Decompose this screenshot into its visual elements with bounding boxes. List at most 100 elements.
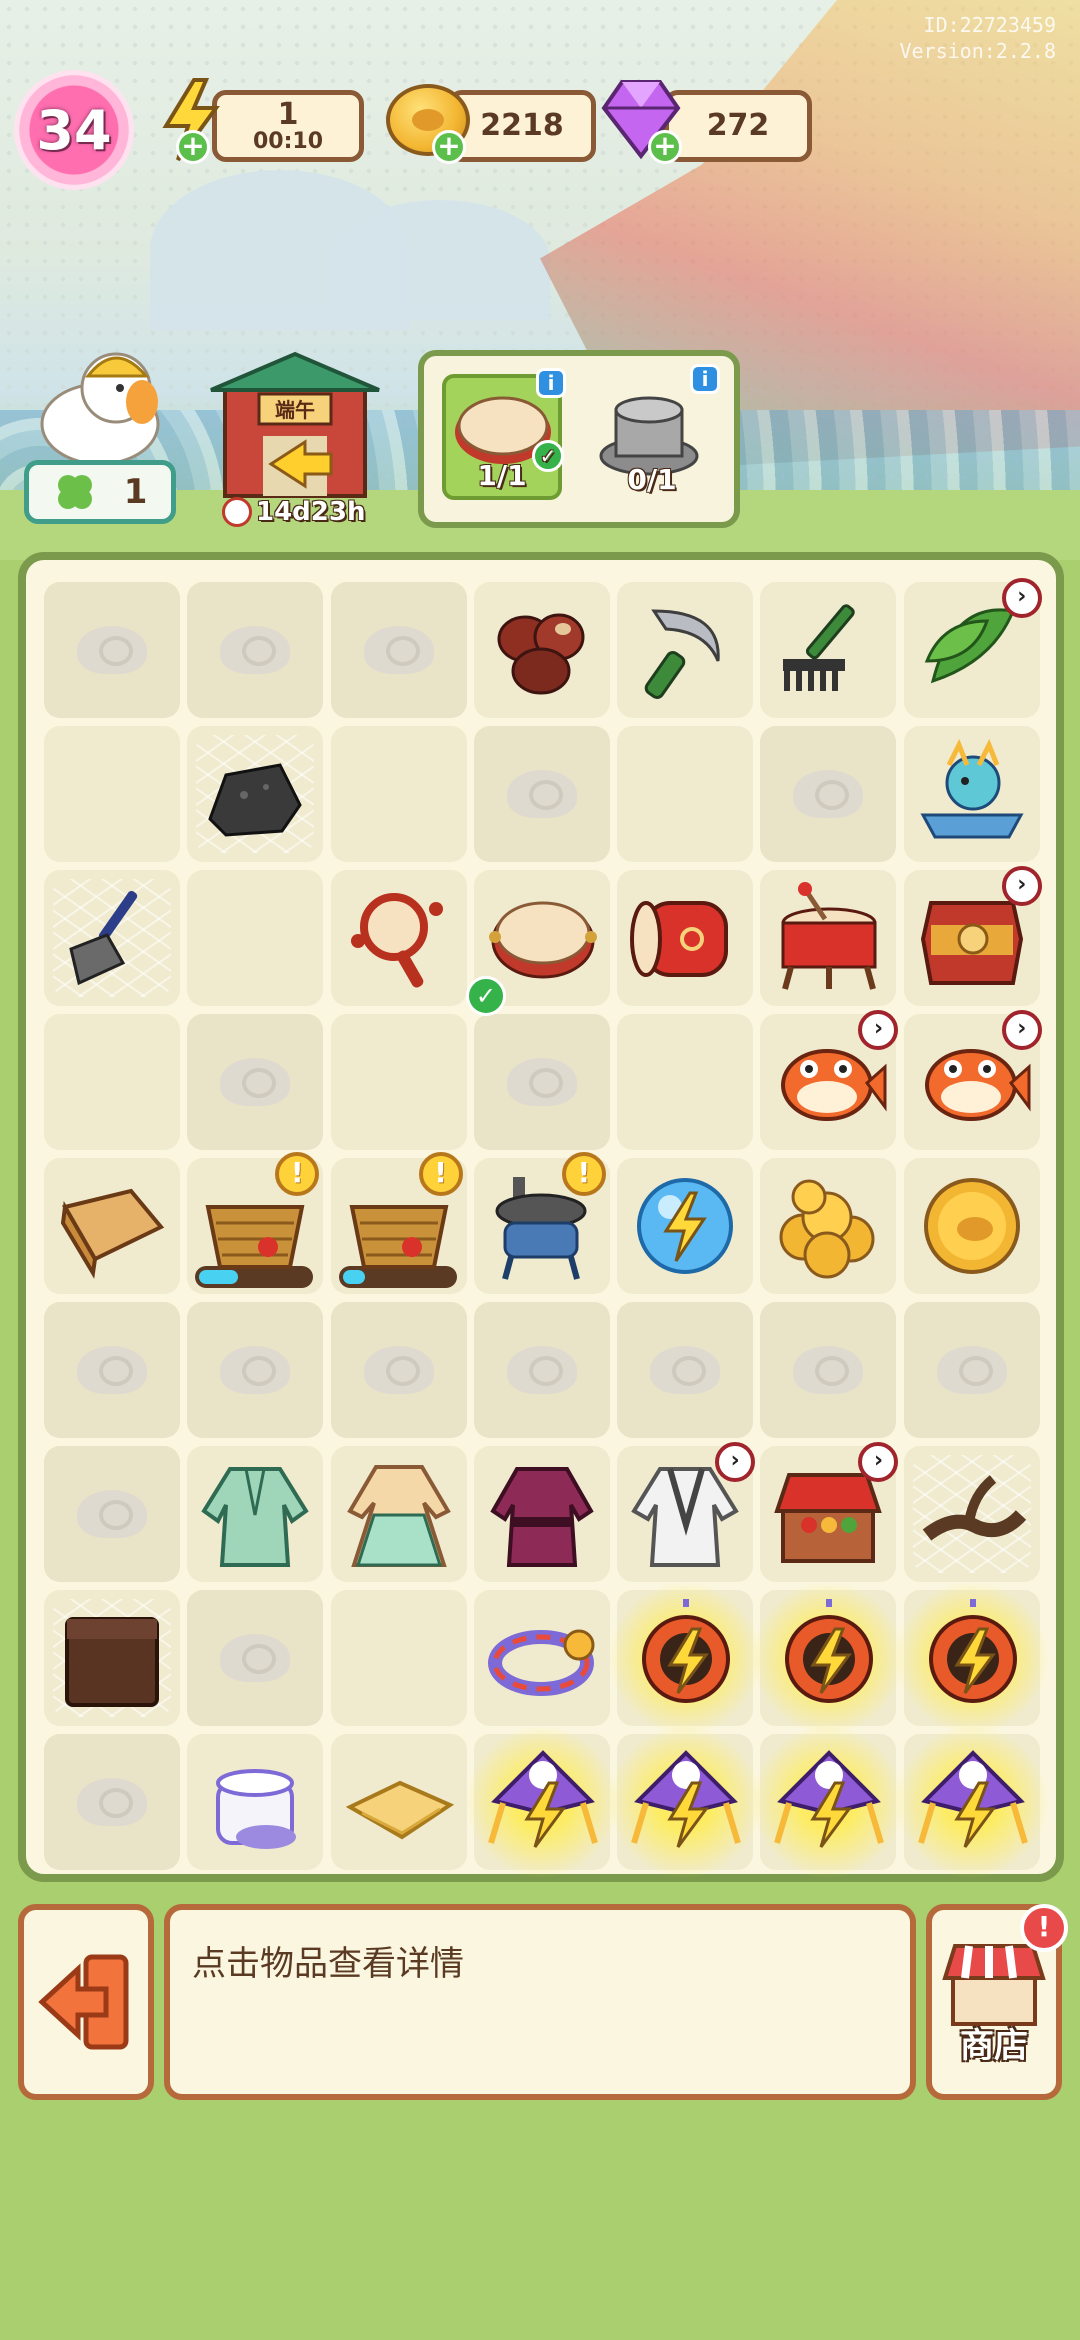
empty-cell[interactable]	[330, 1014, 467, 1150]
board-cell[interactable]	[473, 1590, 610, 1726]
board-cell[interactable]: !	[473, 1152, 610, 1294]
order-panel[interactable]: i 1/1 ✓ i 0/1	[418, 350, 740, 528]
tambourine-item[interactable]	[483, 879, 601, 997]
empty-cell[interactable]	[617, 1014, 754, 1150]
event-gate-button[interactable]: 端午	[205, 346, 385, 506]
locked-cell[interactable]	[473, 1302, 610, 1438]
board-cell[interactable]	[617, 1158, 754, 1294]
board-cell[interactable]	[187, 1734, 324, 1870]
wooden-box-item[interactable]	[53, 1599, 171, 1717]
board-cell[interactable]	[751, 1725, 906, 1879]
locked-cell[interactable]	[187, 1014, 324, 1150]
locked-cell[interactable]	[44, 1446, 180, 1582]
sickle-item[interactable]	[626, 591, 744, 709]
locked-cell[interactable]	[44, 1734, 180, 1870]
rattle-drum-item[interactable]	[340, 879, 458, 997]
board-cell[interactable]	[894, 1581, 1049, 1735]
locked-cell[interactable]	[187, 1302, 324, 1438]
rake-item[interactable]	[769, 591, 887, 709]
jujube-item[interactable]	[483, 591, 601, 709]
energy-fan-item[interactable]	[608, 1581, 763, 1735]
coin-item[interactable]	[913, 1167, 1031, 1285]
board-cell[interactable]	[330, 1446, 467, 1582]
board-cell[interactable]: ›	[617, 1442, 756, 1582]
hanfu-dress-item[interactable]	[340, 1455, 458, 1573]
shop-button[interactable]: 商店 !	[926, 1904, 1068, 2100]
board-cell[interactable]	[187, 726, 324, 862]
locked-cell[interactable]	[760, 726, 897, 862]
add-energy-button[interactable]: +	[176, 130, 210, 164]
locked-cell[interactable]	[330, 1302, 467, 1438]
energy-kite-item[interactable]	[751, 1725, 906, 1879]
coin-pile-item[interactable]	[769, 1167, 887, 1285]
board-cell[interactable]	[473, 582, 610, 718]
green-robe-item[interactable]	[196, 1455, 314, 1573]
dragon-boat-item[interactable]	[913, 735, 1031, 853]
standing-drum-item[interactable]	[769, 879, 887, 997]
empty-cell[interactable]	[330, 1590, 467, 1726]
energy-fan-item[interactable]	[751, 1581, 906, 1735]
board-cell[interactable]	[473, 1446, 610, 1582]
chick-mascot[interactable]	[30, 336, 180, 466]
board-cell[interactable]	[894, 1725, 1049, 1879]
cream-jar-item[interactable]	[196, 1743, 314, 1861]
board-cell[interactable]: ›	[760, 1442, 899, 1582]
locked-cell[interactable]	[760, 1302, 897, 1438]
locked-cell[interactable]	[473, 726, 610, 862]
board-cell[interactable]: !	[330, 1152, 467, 1294]
board-cell[interactable]	[330, 1734, 467, 1870]
board-cell[interactable]: ›	[760, 1010, 899, 1150]
board-cell[interactable]	[608, 1581, 763, 1735]
board-cell[interactable]: ✓	[465, 870, 610, 1016]
info-icon[interactable]: i	[536, 368, 566, 398]
board-cell[interactable]: ›	[903, 1010, 1042, 1150]
energy-orb-item[interactable]	[626, 1167, 744, 1285]
board-cell[interactable]	[608, 1725, 763, 1879]
red-drum-item[interactable]	[626, 879, 744, 997]
board-cell[interactable]	[760, 582, 897, 718]
board-cell[interactable]	[44, 1158, 180, 1294]
board-cell[interactable]	[751, 1581, 906, 1735]
board-cell[interactable]	[187, 1446, 324, 1582]
board-cell[interactable]	[903, 726, 1040, 862]
board-cell[interactable]	[44, 1590, 180, 1726]
energy-kite-item[interactable]	[894, 1725, 1049, 1879]
board-cell[interactable]	[903, 1446, 1040, 1582]
order-slot-tambourine[interactable]: i 1/1 ✓	[442, 368, 566, 500]
empty-cell[interactable]	[330, 726, 467, 862]
level-badge[interactable]: 34	[14, 70, 134, 190]
board-cell[interactable]	[330, 870, 467, 1006]
add-coins-button[interactable]: +	[432, 130, 466, 164]
energy-fan-item[interactable]	[894, 1581, 1049, 1735]
board-cell[interactable]	[464, 1725, 619, 1879]
locked-cell[interactable]	[187, 582, 324, 718]
branch-item[interactable]	[912, 1455, 1031, 1573]
empty-cell[interactable]	[617, 726, 754, 862]
info-icon[interactable]: i	[690, 364, 720, 394]
broom-item[interactable]	[53, 879, 171, 997]
clover-counter[interactable]: 1	[24, 460, 176, 524]
board-cell[interactable]	[617, 582, 754, 718]
add-gems-button[interactable]: +	[648, 130, 682, 164]
energy-kite-item[interactable]	[608, 1725, 763, 1879]
board-cell[interactable]: !	[187, 1152, 324, 1294]
board-cell[interactable]: ›	[903, 578, 1042, 718]
cloth-item[interactable]	[340, 1743, 458, 1861]
empty-cell[interactable]	[44, 726, 180, 862]
purple-robe-item[interactable]	[483, 1455, 601, 1573]
locked-cell[interactable]	[473, 1014, 610, 1150]
board-cell[interactable]	[760, 870, 897, 1006]
energy-kite-item[interactable]	[464, 1725, 619, 1879]
coal-stone-item[interactable]	[196, 735, 315, 853]
locked-cell[interactable]	[187, 1590, 324, 1726]
board-cell[interactable]: ›	[903, 866, 1042, 1006]
locked-cell[interactable]	[330, 582, 467, 718]
order-slot-stone-mill[interactable]: i 0/1	[592, 364, 720, 500]
empty-cell[interactable]	[44, 1014, 180, 1150]
wood-log-item[interactable]	[53, 1167, 171, 1285]
dragon-ring-item[interactable]	[483, 1599, 601, 1717]
exit-button[interactable]	[18, 1904, 154, 2100]
empty-cell[interactable]	[187, 870, 324, 1006]
locked-cell[interactable]	[44, 1302, 180, 1438]
board-cell[interactable]	[903, 1158, 1040, 1294]
